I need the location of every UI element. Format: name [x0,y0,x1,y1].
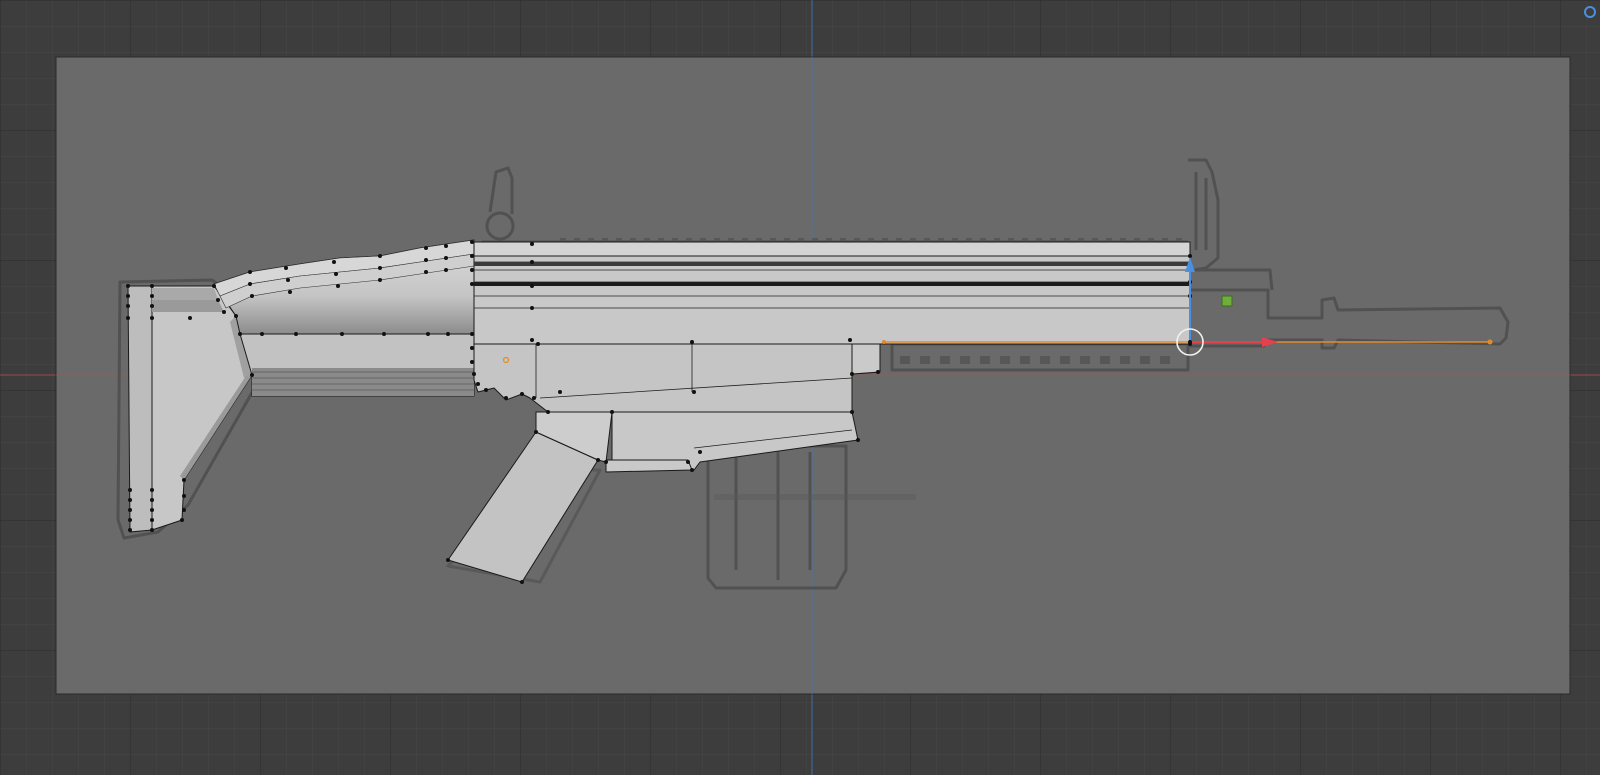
mesh-stock-buttpad[interactable] [127,285,153,533]
mesh-front-block[interactable] [851,343,881,375]
3d-viewport[interactable] [0,0,1600,775]
mesh-trigger-guard[interactable] [605,459,693,473]
viewport-canvas[interactable] [0,0,1600,775]
gizmo-pivot-dot [1188,340,1192,344]
selected-vertex-start[interactable] [882,340,886,344]
mesh-upper-receiver[interactable] [473,241,1191,345]
selected-vertex-end[interactable] [1487,339,1493,345]
mesh-lower-receiver[interactable] [473,343,881,413]
green-handle-icon[interactable] [1221,295,1233,307]
navigation-gizmo-icon[interactable] [1584,6,1596,18]
